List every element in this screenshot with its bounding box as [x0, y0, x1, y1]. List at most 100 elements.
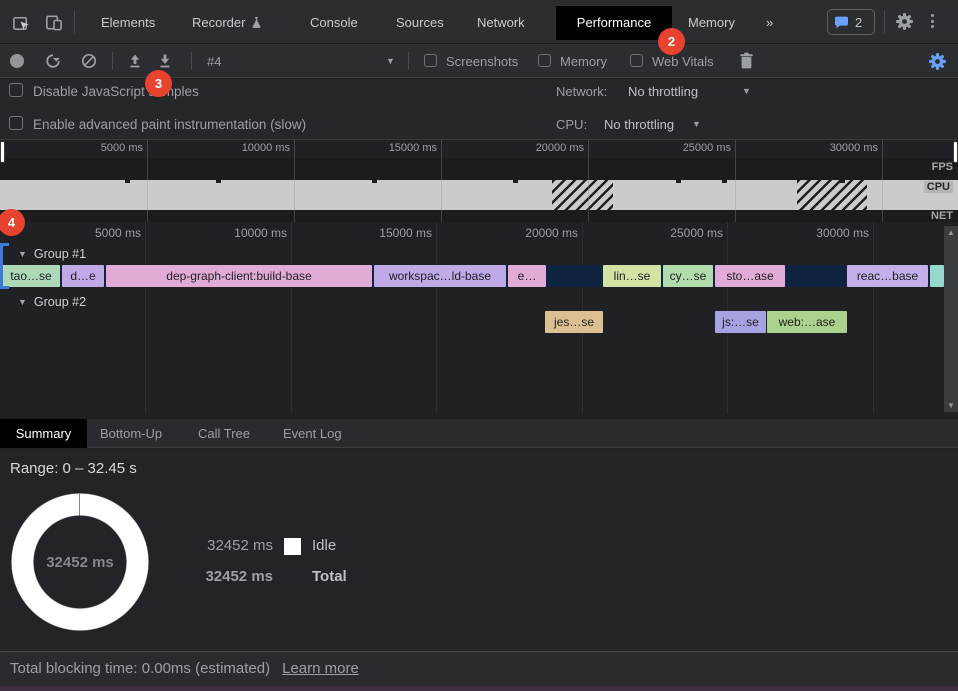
- load-profile-icon[interactable]: [127, 53, 143, 74]
- capture-settings-pane: Network: No throttling ▼ CPU: No throttl…: [0, 79, 958, 140]
- reload-and-record-icon[interactable]: [45, 53, 61, 74]
- learn-more-link[interactable]: Learn more: [282, 660, 359, 677]
- tab-network[interactable]: Network: [477, 6, 525, 40]
- overview-gridline: [735, 140, 736, 222]
- flame-bar-item[interactable]: [930, 265, 944, 287]
- tab-memory[interactable]: Memory: [688, 6, 735, 40]
- legend-name-idle: Idle: [312, 537, 336, 554]
- checkbox-web-vitals[interactable]: [630, 54, 643, 67]
- summary-pane: Range: 0 – 32.45 s 32452 ms 32452 ms Idle…: [0, 449, 958, 651]
- flame-bar-cy-se[interactable]: cy…se: [663, 265, 713, 287]
- issues-counter[interactable]: 2: [827, 9, 875, 35]
- network-throttle-select[interactable]: No throttling: [628, 84, 698, 99]
- tab-summary[interactable]: Summary: [0, 419, 87, 448]
- tab-recorder[interactable]: Recorder: [192, 6, 262, 40]
- group-header-group-1[interactable]: ▼Group #1: [18, 247, 86, 261]
- kebab-menu-icon[interactable]: [931, 14, 934, 28]
- tab-elements[interactable]: Elements: [101, 6, 155, 40]
- flame-gridline: [145, 222, 146, 414]
- network-throttle-label: Network:: [556, 84, 607, 99]
- capture-settings-gear-icon[interactable]: [928, 52, 947, 76]
- cpu-throttle-label: CPU:: [556, 117, 587, 132]
- timeline-overview[interactable]: 5000 ms10000 ms15000 ms20000 ms25000 ms3…: [0, 140, 958, 222]
- overview-left-handle[interactable]: [0, 141, 5, 163]
- inspect-element-icon[interactable]: [12, 13, 31, 37]
- disclosure-triangle-icon[interactable]: ▼: [18, 297, 27, 307]
- profile-select-caret-icon[interactable]: ▼: [386, 56, 395, 66]
- divider: [112, 52, 113, 70]
- lane-label-cpu: CPU: [924, 181, 953, 193]
- issues-count: 2: [855, 15, 862, 30]
- overview-tick-label: 25000 ms: [661, 142, 731, 154]
- cpu-activity-mark: [372, 180, 377, 183]
- tab-[interactable]: »: [766, 6, 773, 40]
- range-label: Range: 0 – 32.45 s: [10, 460, 137, 477]
- checkbox-memory[interactable]: [538, 54, 551, 67]
- flame-bar-tao-se[interactable]: tao…se: [2, 265, 60, 287]
- legend-swatch-idle: [284, 538, 301, 555]
- flame-bar-d-e[interactable]: d…e: [62, 265, 104, 287]
- trash-icon[interactable]: [739, 52, 754, 74]
- device-toolbar-icon[interactable]: [44, 13, 63, 37]
- record-button[interactable]: [10, 54, 24, 68]
- checkbox-screenshots[interactable]: [424, 54, 437, 67]
- flame-tick-label: 15000 ms: [352, 226, 432, 240]
- disclosure-triangle-icon[interactable]: ▼: [18, 249, 27, 259]
- desktop-edge-strip: [0, 686, 958, 691]
- details-tab-strip: Summary Bottom-Up Call Tree Event Log: [0, 418, 958, 448]
- group-header-group-2[interactable]: ▼Group #2: [18, 295, 86, 309]
- overview-tick-label: 30000 ms: [808, 142, 878, 154]
- donut-slice-gap: [79, 494, 80, 517]
- flame-tick-label: 5000 ms: [61, 226, 141, 240]
- overview-tick-label: 20000 ms: [514, 142, 584, 154]
- checkbox-label-web-vitals: Web Vitals: [652, 54, 714, 69]
- flame-bar-lin-se[interactable]: lin…se: [603, 265, 661, 287]
- tab-bottom-up[interactable]: Bottom-Up: [100, 419, 162, 448]
- guide-badge-2: 2: [658, 28, 685, 55]
- tab-performance[interactable]: Performance: [556, 6, 672, 40]
- profile-select[interactable]: #4: [207, 54, 221, 69]
- total-blocking-time-text: Total blocking time: 0.00ms (estimated): [10, 660, 270, 677]
- performance-toolbar: #4 ▼ ScreenshotsMemoryWeb Vitals: [0, 44, 958, 78]
- overview-gridline: [294, 140, 295, 222]
- flame-bar-jes-se[interactable]: jes…se: [545, 311, 603, 333]
- tab-event-log[interactable]: Event Log: [283, 419, 342, 448]
- flame-tick-label: 20000 ms: [498, 226, 578, 240]
- divider: [74, 11, 75, 33]
- cpu-throttle-select[interactable]: No throttling: [604, 117, 674, 132]
- tab-console[interactable]: Console: [310, 6, 358, 40]
- overview-right-handle[interactable]: [953, 141, 958, 163]
- cpu-activity-mark: [676, 180, 681, 183]
- flame-scrollbar[interactable]: ▲ ▼: [944, 226, 958, 412]
- checkbox-disable-javascript-samples[interactable]: [9, 83, 23, 97]
- flame-bar-reac-base[interactable]: reac…base: [847, 265, 928, 287]
- flame-chart[interactable]: ▲ ▼ 5000 ms10000 ms15000 ms20000 ms25000…: [0, 222, 958, 418]
- guide-badge-3: 3: [145, 70, 172, 97]
- divider: [884, 11, 885, 33]
- lane-label-net: NET: [931, 210, 953, 222]
- flame-bar-js-se[interactable]: js:…se: [715, 311, 766, 333]
- cpu-activity-mark: [722, 180, 727, 183]
- overview-gridline: [147, 140, 148, 222]
- scroll-down-icon[interactable]: ▼: [944, 401, 958, 410]
- lane-label-fps: FPS: [932, 161, 953, 173]
- flame-bar-web-ase[interactable]: web:…ase: [767, 311, 847, 333]
- divider: [191, 52, 192, 70]
- checkbox-label-memory: Memory: [560, 54, 607, 69]
- network-throttle-caret-icon[interactable]: ▼: [742, 86, 751, 96]
- tab-call-tree[interactable]: Call Tree: [198, 419, 250, 448]
- cpu-activity-mark: [125, 180, 130, 183]
- flame-bar-sto-ase[interactable]: sto…ase: [715, 265, 785, 287]
- checkbox-enable-advanced-paint-instrumentation-slow[interactable]: [9, 116, 23, 130]
- cpu-throttle-caret-icon[interactable]: ▼: [692, 119, 701, 129]
- scroll-up-icon[interactable]: ▲: [944, 228, 958, 237]
- clear-icon[interactable]: [81, 53, 97, 74]
- overview-tick-label: 10000 ms: [220, 142, 290, 154]
- settings-gear-icon[interactable]: [895, 12, 914, 36]
- flame-bar-dep-graph-client-build-base[interactable]: dep-graph-client:build-base: [106, 265, 372, 287]
- legend-value-total: 32452 ms: [203, 568, 273, 585]
- flame-bar-workspac-ld-base[interactable]: workspac…ld-base: [374, 265, 506, 287]
- legend-value-idle: 32452 ms: [203, 537, 273, 554]
- flame-bar-e[interactable]: e…: [508, 265, 546, 287]
- tab-sources[interactable]: Sources: [396, 6, 444, 40]
